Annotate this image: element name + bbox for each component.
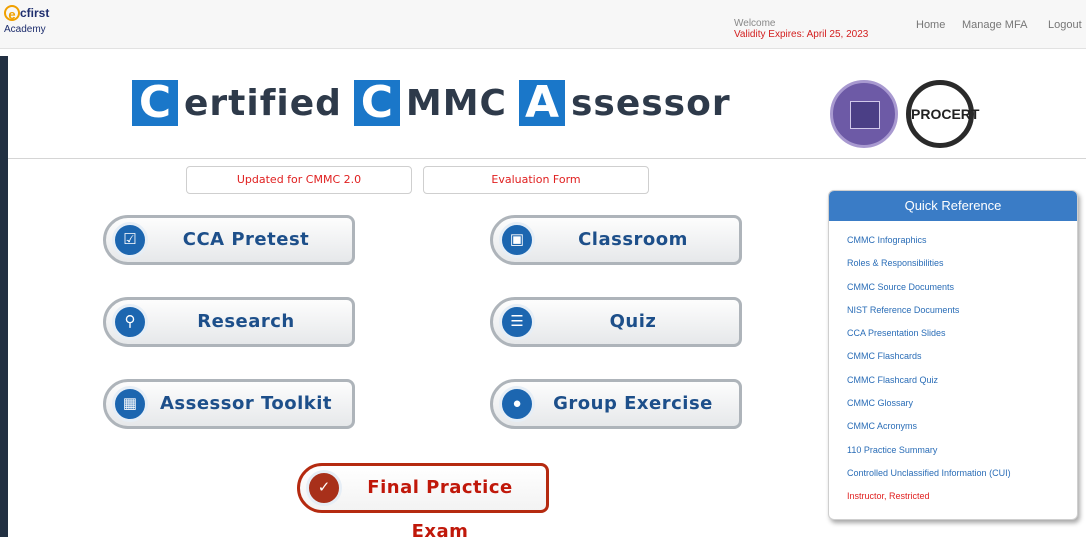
presentation-icon: ▣ bbox=[499, 222, 535, 258]
tile-classroom[interactable]: ▣ Classroom bbox=[490, 215, 742, 265]
title-word-2: MMC bbox=[405, 82, 507, 124]
nav-home[interactable]: Home bbox=[916, 19, 945, 31]
hero-banner: C ertified C MMC A ssessor PROCERT bbox=[8, 56, 1086, 159]
quick-reference-list: CMMC Infographics Roles & Responsibiliti… bbox=[829, 229, 1077, 509]
badge-emblem-icon bbox=[850, 101, 880, 129]
evaluation-form-button[interactable]: Evaluation Form bbox=[423, 166, 649, 194]
qr-link-nist-documents[interactable]: NIST Reference Documents bbox=[829, 299, 1077, 322]
page-title: C ertified C MMC A ssessor bbox=[132, 80, 743, 126]
tile-label: Research bbox=[197, 311, 295, 332]
nav-logout[interactable]: Logout bbox=[1048, 19, 1082, 31]
ecfirst-logo[interactable]: e cfirst Academy bbox=[4, 5, 49, 35]
group-icon: ● bbox=[499, 386, 535, 422]
quiz-icon: ☰ bbox=[499, 304, 535, 340]
tile-quiz[interactable]: ☰ Quiz bbox=[490, 297, 742, 347]
welcome-text: Welcome bbox=[734, 18, 776, 29]
tile-label: Group Exercise bbox=[553, 393, 713, 414]
title-letter-c2: C bbox=[353, 80, 400, 126]
qr-link-source-documents[interactable]: CMMC Source Documents bbox=[829, 276, 1077, 299]
logo-sub: Academy bbox=[4, 24, 46, 35]
title-word-3: ssessor bbox=[570, 82, 731, 124]
validity-text: Validity Expires: April 25, 2023 bbox=[734, 29, 869, 40]
title-word-1: ertified bbox=[184, 82, 342, 124]
title-letter-a: A bbox=[518, 80, 565, 126]
tile-label: Quiz bbox=[609, 311, 657, 332]
quick-reference-panel: Quick Reference CMMC Infographics Roles … bbox=[828, 190, 1078, 520]
tile-research[interactable]: ⚲ Research bbox=[103, 297, 355, 347]
qr-link-glossary[interactable]: CMMC Glossary bbox=[829, 392, 1077, 415]
tile-assessor-toolkit[interactable]: ▦ Assessor Toolkit bbox=[103, 379, 355, 429]
qr-link-presentation-slides[interactable]: CCA Presentation Slides bbox=[829, 322, 1077, 345]
magnifier-icon: ⚲ bbox=[112, 304, 148, 340]
qr-link-flashcard-quiz[interactable]: CMMC Flashcard Quiz bbox=[829, 369, 1077, 392]
tile-group-exercise[interactable]: ● Group Exercise bbox=[490, 379, 742, 429]
title-letter-c1: C bbox=[132, 80, 178, 126]
tile-label: CCA Pretest bbox=[182, 229, 310, 250]
procert-badge-text: PROCERT bbox=[911, 106, 980, 122]
qr-link-flashcards[interactable]: CMMC Flashcards bbox=[829, 345, 1077, 368]
tile-label: Assessor Toolkit bbox=[159, 393, 333, 414]
qr-link-cui[interactable]: Controlled Unclassified Information (CUI… bbox=[829, 462, 1077, 485]
tile-label: Final Practice Exam bbox=[367, 477, 513, 542]
updated-cmmc-button[interactable]: Updated for CMMC 2.0 bbox=[186, 166, 412, 194]
tile-label: Classroom bbox=[578, 229, 688, 250]
quick-reference-title: Quick Reference bbox=[829, 191, 1077, 221]
welcome-block: Welcome Validity Expires: April 25, 2023 bbox=[734, 18, 868, 40]
exam-icon: ✓ bbox=[306, 470, 342, 506]
tile-final-practice-exam[interactable]: ✓ Final Practice Exam bbox=[297, 463, 549, 542]
checklist-icon: ☑ bbox=[112, 222, 148, 258]
qr-link-practice-summary[interactable]: 110 Practice Summary bbox=[829, 439, 1077, 462]
left-sidebar-strip bbox=[0, 56, 8, 537]
top-bar: e cfirst Academy Welcome Validity Expires… bbox=[0, 0, 1086, 49]
logo-name: cfirst bbox=[20, 6, 50, 20]
nav-manage-mfa[interactable]: Manage MFA bbox=[962, 19, 1027, 31]
logo-e-icon: e bbox=[4, 5, 20, 22]
toolbox-icon: ▦ bbox=[112, 386, 148, 422]
cmmc-ab-lpp-badge bbox=[830, 80, 898, 148]
qr-link-instructor-restricted[interactable]: Instructor, Restricted bbox=[829, 485, 1077, 508]
qr-link-infographics[interactable]: CMMC Infographics bbox=[829, 229, 1077, 252]
qr-link-acronyms[interactable]: CMMC Acronyms bbox=[829, 415, 1077, 438]
qr-link-roles[interactable]: Roles & Responsibilities bbox=[829, 252, 1077, 275]
procert-badge: PROCERT bbox=[906, 80, 979, 148]
tile-cca-pretest[interactable]: ☑ CCA Pretest bbox=[103, 215, 355, 265]
